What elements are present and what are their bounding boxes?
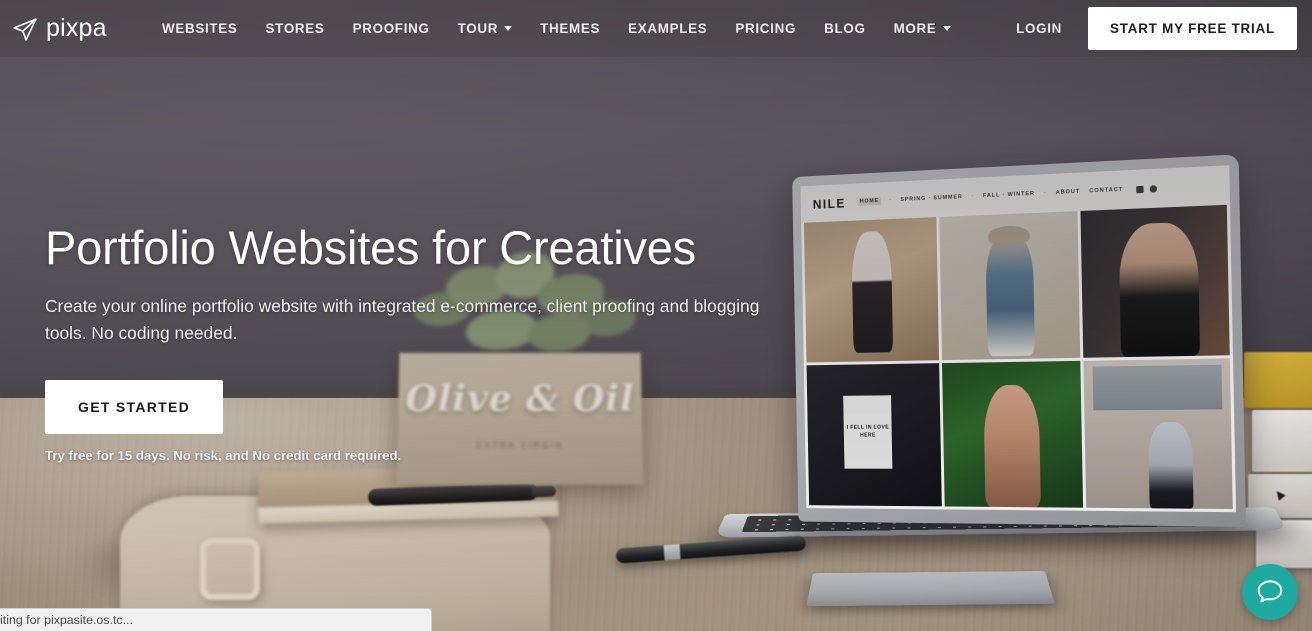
nav-item-stores[interactable]: STORES xyxy=(252,21,339,36)
chat-widget-button[interactable] xyxy=(1242,564,1298,620)
demo-site-icons xyxy=(1136,184,1158,193)
chair-handle-slot xyxy=(200,538,260,600)
nav-label: PROOFING xyxy=(352,21,430,36)
laptop-trackpad xyxy=(806,571,1055,607)
nav-item-themes[interactable]: THEMES xyxy=(526,21,614,36)
nav-label: WEBSITES xyxy=(162,21,238,36)
demo-nav-sep: · xyxy=(889,197,892,204)
chevron-down-icon xyxy=(504,26,513,31)
gallery-photo xyxy=(938,211,1081,361)
get-started-button[interactable]: GET STARTED xyxy=(45,379,224,434)
demo-nav-sep: · xyxy=(971,193,975,200)
gallery-photo xyxy=(1080,204,1230,358)
browser-status-bar: iting for pixpasite.os.tc... xyxy=(0,608,432,631)
paper-plane-icon xyxy=(12,16,38,42)
site-header: pixpa WEBSITES STORES PROOFING TOUR THEM… xyxy=(0,0,1312,57)
nav-item-blog[interactable]: BLOG xyxy=(810,21,879,36)
chat-bubble-icon xyxy=(1255,576,1285,609)
nav-item-examples[interactable]: EXAMPLES xyxy=(614,21,721,36)
nav-label: EXAMPLES xyxy=(628,21,708,36)
hero-section: Portfolio Websites for Creatives Create … xyxy=(45,221,805,463)
nav-label: TOUR xyxy=(457,21,499,36)
search-icon xyxy=(1150,184,1158,193)
status-text: iting for pixpasite.os.tc... xyxy=(0,613,133,627)
login-link[interactable]: LOGIN xyxy=(990,21,1088,36)
brand-logo[interactable]: pixpa xyxy=(12,14,130,43)
nav-label: STORES xyxy=(265,21,325,36)
hero-trial-note: Try free for 15 days. No risk, and No cr… xyxy=(45,447,402,463)
laptop-lid: NILE HOME · SPRING · SUMMER · FALL · WIN… xyxy=(792,154,1246,527)
gallery-photo xyxy=(941,360,1084,508)
header-actions: LOGIN START MY FREE TRIAL xyxy=(990,7,1312,50)
brand-name: pixpa xyxy=(46,14,107,42)
chevron-down-icon xyxy=(942,26,951,31)
start-free-trial-button[interactable]: START MY FREE TRIAL xyxy=(1088,7,1297,50)
nav-item-proofing[interactable]: PROOFING xyxy=(339,21,444,36)
gallery-photo xyxy=(803,217,939,363)
nav-label: THEMES xyxy=(540,21,601,36)
nav-label: MORE xyxy=(893,21,937,36)
gallery-photo: I FELL IN LOVE HERE xyxy=(806,363,942,507)
demo-nav-sep: · xyxy=(1043,190,1047,197)
demo-site-logo: NILE xyxy=(812,195,846,212)
demo-nav-spring-summer: SPRING · SUMMER xyxy=(900,194,963,203)
nav-label: PRICING xyxy=(735,21,797,36)
demo-nav-home: HOME xyxy=(857,196,881,206)
nav-item-pricing[interactable]: PRICING xyxy=(721,21,810,36)
demo-nav-fall-winter: FALL · WINTER xyxy=(982,190,1035,200)
nav-item-more[interactable]: MORE xyxy=(880,21,965,36)
cart-icon xyxy=(1136,185,1144,193)
demo-photo-grid: I FELL IN LOVE HERE xyxy=(801,204,1237,513)
nav-item-tour[interactable]: TOUR xyxy=(444,21,527,36)
nav-item-websites[interactable]: WEBSITES xyxy=(148,21,252,36)
demo-nav-contact: CONTACT xyxy=(1089,186,1124,195)
hero-subheadline: Create your online portfolio website wit… xyxy=(45,295,760,344)
laptop-screen: NILE HOME · SPRING · SUMMER · FALL · WIN… xyxy=(800,165,1237,513)
demo-site-nav: HOME · SPRING · SUMMER · FALL · WINTER ·… xyxy=(857,184,1158,206)
nav-label: BLOG xyxy=(824,21,866,36)
gallery-photo-caption: I FELL IN LOVE HERE xyxy=(843,395,893,470)
main-navigation: WEBSITES STORES PROOFING TOUR THEMES EXA… xyxy=(148,21,965,36)
hero-headline: Portfolio Websites for Creatives xyxy=(45,221,696,274)
pen-clip xyxy=(663,544,681,561)
demo-nav-about: ABOUT xyxy=(1055,188,1081,196)
gallery-photo xyxy=(1083,358,1233,510)
